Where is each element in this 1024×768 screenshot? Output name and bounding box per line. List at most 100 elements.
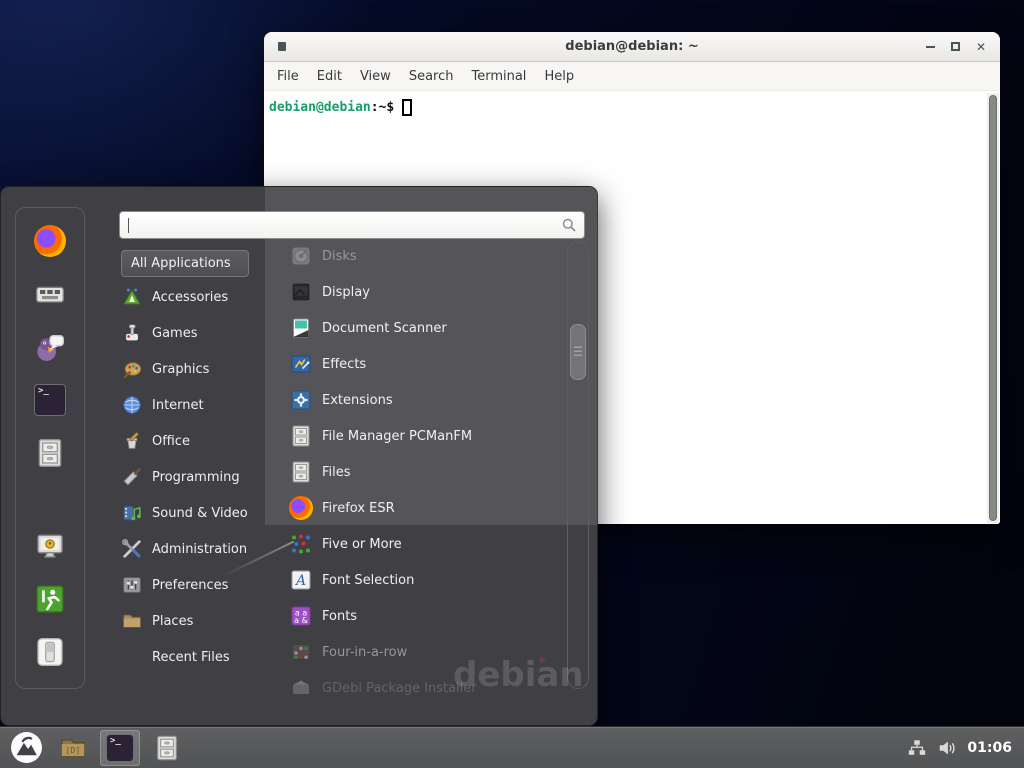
firefox-icon[interactable] — [34, 225, 66, 257]
menu-edit[interactable]: Edit — [308, 66, 351, 87]
close-icon[interactable] — [976, 41, 986, 53]
menu-scrollbar[interactable] — [567, 241, 589, 689]
category-sound-video[interactable]: Sound & Video — [121, 495, 269, 531]
file-cabinet-icon — [289, 424, 313, 448]
clock[interactable]: 01:06 — [967, 740, 1012, 756]
office-icon — [121, 430, 143, 452]
scrollbar-thumb[interactable] — [989, 95, 997, 521]
svg-text:a &: a & — [294, 616, 308, 625]
all-applications-button[interactable]: All Applications — [121, 250, 249, 277]
taskbar: [D] 01:06 — [0, 726, 1024, 768]
fonts-icon: a a a & — [289, 604, 313, 628]
programming-icon — [121, 466, 143, 488]
games-icon — [121, 322, 143, 344]
five-or-more-icon — [289, 532, 313, 556]
prompt-user: debian@debian — [269, 100, 371, 115]
menu-view[interactable]: View — [351, 66, 400, 87]
app-five-or-more[interactable]: Five or More — [289, 526, 567, 562]
no-icon — [121, 646, 143, 668]
four-in-a-row-icon — [289, 640, 313, 664]
terminal-scrollbar[interactable] — [987, 93, 999, 523]
app-menu-button[interactable] — [6, 730, 46, 766]
terminal-task-button[interactable] — [100, 730, 140, 766]
category-recent-files[interactable]: Recent Files — [121, 639, 269, 675]
menu-scrollbar-thumb[interactable] — [570, 324, 586, 380]
window-icon — [278, 42, 286, 51]
app-effects[interactable]: Effects — [289, 346, 567, 382]
places-icon — [121, 610, 143, 632]
shut-down-icon[interactable] — [34, 636, 66, 668]
category-internet[interactable]: Internet — [121, 387, 269, 423]
minimize-icon[interactable] — [926, 46, 935, 48]
shell-prompt: debian@debian:~$ — [264, 92, 1000, 116]
category-programming[interactable]: Programming — [121, 459, 269, 495]
extensions-icon — [289, 388, 313, 412]
desktop: debian@debian: ~ File Edit View Search T… — [0, 0, 1024, 768]
category-office[interactable]: Office — [121, 423, 269, 459]
prompt-path: :~$ — [371, 100, 394, 115]
file-manager-launcher[interactable]: [D] — [53, 730, 93, 766]
file-cabinet-icon — [153, 734, 181, 762]
log-out-icon[interactable] — [34, 583, 66, 615]
svg-text:[D]: [D] — [66, 745, 81, 755]
font-selection-icon: A — [289, 568, 313, 592]
category-column: All Applications Accessories — [121, 250, 269, 675]
administration-icon — [121, 538, 143, 560]
file-cabinet-icon — [289, 460, 313, 484]
terminal-titlebar[interactable]: debian@debian: ~ — [264, 32, 1000, 62]
display-icon — [289, 280, 313, 304]
category-preferences[interactable]: Preferences — [121, 567, 269, 603]
effects-icon — [289, 352, 313, 376]
app-fonts[interactable]: a a a & Fonts — [289, 598, 567, 634]
category-accessories[interactable]: Accessories — [121, 279, 269, 315]
menu-help[interactable]: Help — [535, 66, 583, 87]
app-extensions[interactable]: Extensions — [289, 382, 567, 418]
accessories-icon — [121, 286, 143, 308]
app-display[interactable]: Display — [289, 274, 567, 310]
app-file-manager-pcmanfm[interactable]: File Manager PCManFM — [289, 418, 567, 454]
menu-file[interactable]: File — [268, 66, 308, 87]
firefox-icon — [289, 496, 313, 520]
terminal-menubar: File Edit View Search Terminal Help — [264, 62, 1000, 91]
volume-icon[interactable] — [937, 738, 957, 758]
internet-icon — [121, 394, 143, 416]
search-box[interactable] — [119, 211, 585, 239]
app-menu-icon — [10, 731, 43, 764]
application-menu: All Applications Accessories — [0, 186, 598, 726]
graphics-icon — [121, 358, 143, 380]
lock-screen-icon[interactable] — [34, 530, 66, 562]
disks-icon — [289, 244, 313, 268]
search-input[interactable] — [129, 218, 562, 233]
preferences-icon — [121, 574, 143, 596]
sound-video-icon — [121, 502, 143, 524]
category-graphics[interactable]: Graphics — [121, 351, 269, 387]
folder-icon: [D] — [58, 733, 88, 763]
app-disks[interactable]: Disks — [289, 238, 567, 274]
gdebi-icon — [289, 676, 313, 700]
svg-text:A: A — [294, 573, 306, 589]
app-font-selection[interactable]: A Font Selection — [289, 562, 567, 598]
network-icon[interactable] — [907, 738, 927, 758]
favorites-sidebar — [15, 207, 85, 689]
app-files[interactable]: Files — [289, 454, 567, 490]
window-title: debian@debian: ~ — [264, 39, 1000, 54]
document-scanner-icon — [289, 316, 313, 340]
category-administration[interactable]: Administration — [121, 531, 269, 567]
scrollbar-grip-icon — [574, 347, 582, 358]
keyboard-icon[interactable] — [34, 278, 66, 310]
app-document-scanner[interactable]: Document Scanner — [289, 310, 567, 346]
menu-terminal[interactable]: Terminal — [462, 66, 535, 87]
category-places[interactable]: Places — [121, 603, 269, 639]
app-firefox-esr[interactable]: Firefox ESR — [289, 490, 567, 526]
file-cabinet-launcher[interactable] — [147, 730, 187, 766]
category-games[interactable]: Games — [121, 315, 269, 351]
search-icon — [562, 218, 576, 232]
terminal-icon — [106, 734, 134, 762]
menu-search[interactable]: Search — [400, 66, 463, 87]
terminal-icon[interactable] — [34, 384, 66, 416]
text-cursor — [402, 99, 412, 116]
file-cabinet-icon[interactable] — [34, 437, 66, 469]
pidgin-icon[interactable] — [34, 331, 66, 363]
maximize-icon[interactable] — [951, 42, 960, 51]
debian-watermark: debian — [453, 655, 584, 695]
